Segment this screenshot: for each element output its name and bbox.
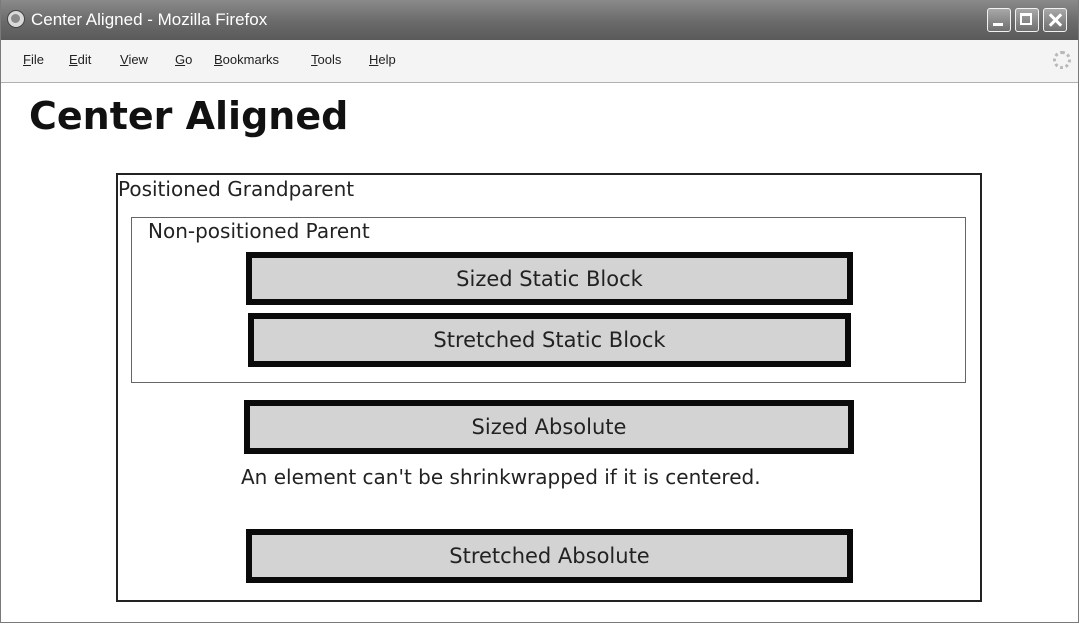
maximize-icon[interactable] [1015,8,1039,32]
menu-edit[interactable]: Edit [69,52,91,67]
centering-note: An element can't be shrinkwrapped if it … [241,465,761,489]
sized-static-block: Sized Static Block [246,252,853,305]
stretched-absolute-block-label: Stretched Absolute [449,544,650,568]
minimize-icon[interactable] [987,8,1011,32]
stretched-static-block-label: Stretched Static Block [433,328,666,352]
menu-help[interactable]: Help [369,52,396,67]
sized-static-block-label: Sized Static Block [456,266,643,291]
menu-file[interactable]: File [23,52,44,67]
sized-absolute-block-label: Sized Absolute [471,415,627,439]
menu-go[interactable]: Go [175,52,192,67]
page-title: Center Aligned [29,94,349,138]
sized-absolute-block: Sized Absolute [244,400,854,454]
window-title: Center Aligned - Mozilla Firefox [31,10,268,29]
menu-tools[interactable]: Tools [311,52,341,67]
stretched-static-block: Stretched Static Block [248,313,851,367]
title-bar[interactable]: Center Aligned - Mozilla Firefox [1,0,1078,40]
close-icon[interactable] [1043,8,1067,32]
menu-view[interactable]: View [120,52,148,67]
menu-bookmarks[interactable]: Bookmarks [214,52,279,67]
stretched-absolute-block: Stretched Absolute [246,529,853,583]
browser-window: Center Aligned - Mozilla Firefox File Ed… [0,0,1079,623]
grandparent-label: Positioned Grandparent [118,177,355,201]
throbber-icon [1053,51,1071,69]
parent-label: Non-positioned Parent [148,219,370,243]
menu-bar: File Edit View Go Bookmarks Tools Help [1,40,1078,83]
firefox-icon [7,10,25,28]
